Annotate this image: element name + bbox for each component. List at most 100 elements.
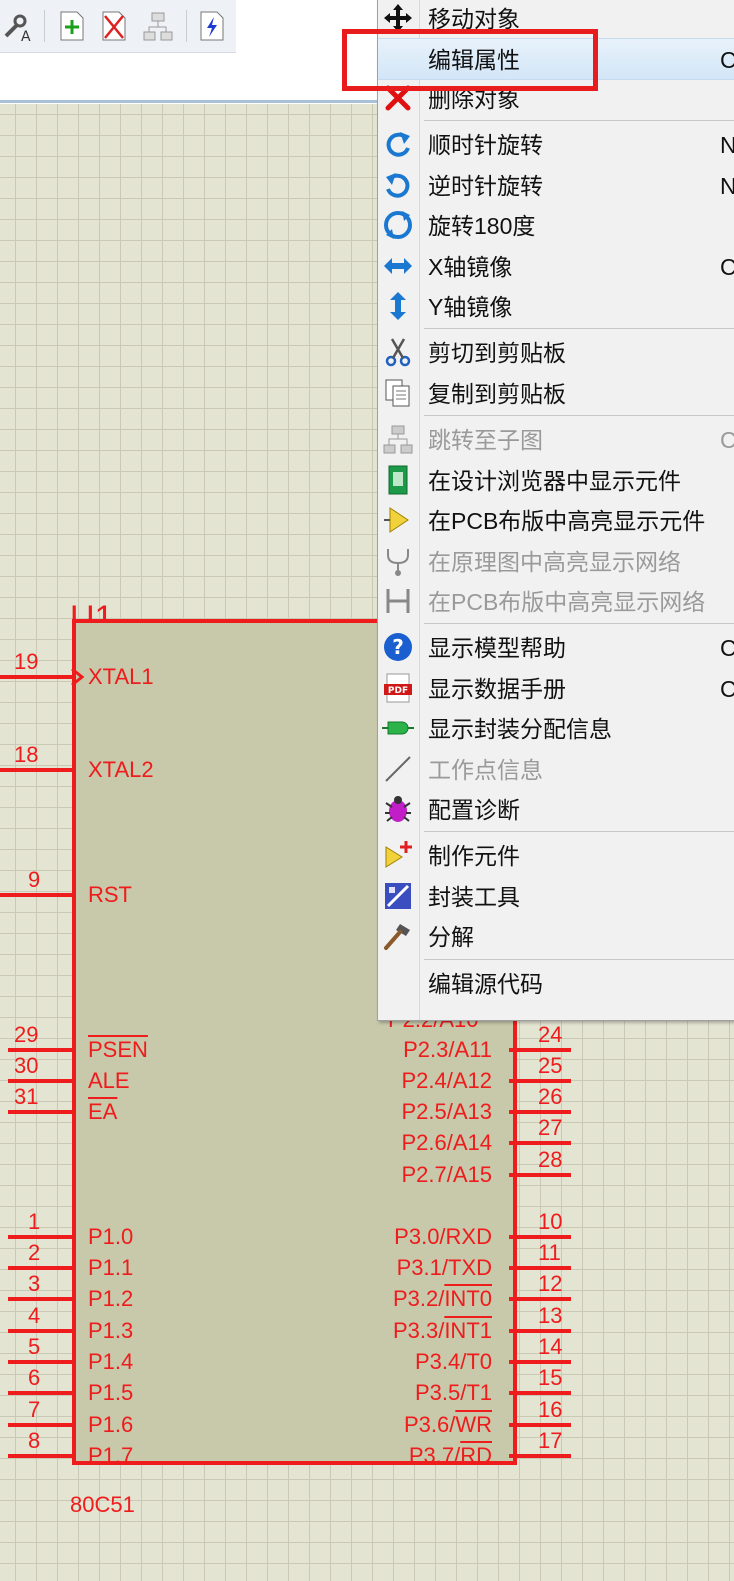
pin-line-10[interactable] — [509, 1235, 571, 1239]
menu-item-label: 复制到剪贴板 — [428, 381, 566, 407]
pin-number-16: 16 — [538, 1397, 563, 1422]
pin-line-18[interactable] — [0, 768, 72, 772]
menu-item-label: 分解 — [428, 924, 474, 950]
pin-number-6: 6 — [28, 1365, 41, 1390]
menu-item-5[interactable]: 旋转180度 — [378, 205, 734, 245]
menu-item-label: 旋转180度 — [428, 213, 536, 239]
pin-number-17: 17 — [538, 1428, 563, 1453]
pin-line-19[interactable] — [0, 675, 72, 679]
pin-number-28: 28 — [538, 1147, 563, 1172]
menu-item-label: 制作元件 — [428, 843, 520, 869]
menu-item-6[interactable]: X轴镜像 C — [378, 246, 734, 286]
pin-label-p1-4: P1.4 — [88, 1349, 134, 1374]
pin-line-29[interactable] — [8, 1048, 72, 1052]
design-explorer-icon — [388, 465, 408, 495]
pin-number-7: 7 — [28, 1397, 41, 1422]
pin-label-suffix: T1 — [466, 1380, 492, 1405]
pin-line-25[interactable] — [509, 1079, 571, 1083]
pin-number-10: 10 — [538, 1209, 563, 1234]
script-icon[interactable] — [195, 8, 229, 44]
pin-label-prefix: P3.7/ — [408, 1443, 461, 1468]
menu-item-label: Y轴镜像 — [428, 294, 513, 320]
pin-number-9: 9 — [28, 867, 41, 892]
svg-text:PDF: PDF — [388, 686, 408, 696]
menu-item-9[interactable]: 复制到剪贴板 — [378, 373, 734, 413]
rotate-180-icon — [384, 211, 412, 239]
pin-label-p3-3-int1: P3.3/INT1 — [393, 1319, 492, 1343]
pin-line-30[interactable] — [8, 1079, 72, 1083]
menu-item-19[interactable]: 配置诊断 — [378, 789, 734, 829]
pin-line-28[interactable] — [509, 1173, 571, 1177]
pin-line-14[interactable] — [509, 1360, 571, 1364]
hierarchy-icon[interactable] — [141, 8, 175, 44]
menu-item-4[interactable]: 逆时针旋转 N — [378, 165, 734, 205]
menu-item-11[interactable]: 在设计浏览器中显示元件 — [378, 460, 734, 500]
menu-item-20[interactable]: 制作元件 — [378, 835, 734, 875]
menu-item-21[interactable]: 封装工具 — [378, 876, 734, 916]
annotation-highlight-box — [342, 29, 598, 91]
pin-line-1[interactable] — [8, 1235, 72, 1239]
clock-input-marker-icon — [71, 667, 84, 687]
pin-line-9[interactable] — [0, 893, 72, 897]
pin-label-ea: EA — [88, 1099, 118, 1124]
new-sheet-icon[interactable] — [55, 8, 89, 44]
pin-label-prefix: P3.1/ — [396, 1255, 448, 1280]
menu-item-16[interactable]: PDF 显示数据手册 C — [378, 668, 734, 708]
pin-line-24[interactable] — [509, 1048, 571, 1052]
pin-line-6[interactable] — [8, 1391, 72, 1395]
menu-item-shortcut: C — [720, 676, 734, 702]
menu-item-8[interactable]: 剪切到剪贴板 — [378, 332, 734, 372]
pin-line-26[interactable] — [509, 1110, 571, 1114]
pin-line-31[interactable] — [8, 1110, 72, 1114]
pin-line-7[interactable] — [8, 1423, 72, 1427]
pin-label-psen: PSEN — [88, 1037, 148, 1062]
pin-label-p1-5: P1.5 — [88, 1380, 134, 1405]
menu-item-3[interactable]: 顺时针旋转 N — [378, 124, 734, 164]
menu-item-7[interactable]: Y轴镜像 — [378, 286, 734, 326]
menu-item-22[interactable]: 分解 — [378, 916, 734, 956]
pin-number-13: 13 — [538, 1303, 563, 1328]
pin-label-suffix: T0 — [466, 1349, 492, 1374]
pin-line-15[interactable] — [509, 1391, 571, 1395]
svg-text:A: A — [21, 29, 31, 44]
pin-number-29: 29 — [14, 1022, 39, 1047]
menu-item-12[interactable]: 在PCB布版中高亮显示元件 — [378, 500, 734, 540]
pin-line-12[interactable] — [509, 1297, 571, 1301]
pin-line-8[interactable] — [8, 1454, 72, 1458]
menu-item-label: 在设计浏览器中显示元件 — [428, 468, 681, 494]
pin-line-3[interactable] — [8, 1297, 72, 1301]
menu-separator — [424, 831, 734, 832]
pin-line-5[interactable] — [8, 1360, 72, 1364]
pin-label-prefix: P3.0/ — [394, 1224, 446, 1249]
pin-label-p3-4-t0: P3.4/T0 — [415, 1350, 492, 1374]
menu-item-label: X轴镜像 — [428, 254, 513, 280]
rotate-ccw-icon — [386, 173, 410, 198]
pin-label-p2-7-a15: P2.7/A15 — [401, 1162, 492, 1187]
wrench-text-icon[interactable]: A — [2, 8, 36, 45]
pcb-net-icon — [386, 589, 410, 613]
pin-number-8: 8 — [28, 1428, 41, 1453]
menu-item-shortcut: N — [720, 132, 734, 158]
pin-line-27[interactable] — [509, 1141, 571, 1145]
pin-line-4[interactable] — [8, 1329, 72, 1333]
pin-line-17[interactable] — [509, 1454, 571, 1458]
menu-item-label: 逆时针旋转 — [428, 173, 543, 199]
pin-line-16[interactable] — [509, 1423, 571, 1427]
pin-label-p3-6-wr: P3.6/WR — [404, 1413, 492, 1437]
pin-line-13[interactable] — [509, 1329, 571, 1333]
menu-item-23[interactable]: 编辑源代码 — [378, 963, 734, 1003]
delete-sheet-icon[interactable] — [97, 8, 131, 44]
pin-line-11[interactable] — [509, 1266, 571, 1270]
menu-item-18: 工作点信息 — [378, 749, 734, 789]
menu-item-label: 在原理图中高亮显示网络 — [428, 549, 681, 575]
pin-line-2[interactable] — [8, 1266, 72, 1270]
menu-separator — [424, 623, 734, 624]
menu-item-17[interactable]: 显示封装分配信息 — [378, 708, 734, 748]
pin-number-12: 12 — [538, 1271, 563, 1296]
menu-item-shortcut: N — [720, 173, 734, 199]
component-value: 80C51 — [70, 1492, 135, 1517]
pin-number-1: 1 — [28, 1209, 41, 1234]
svg-text:?: ? — [392, 635, 404, 659]
pin-label-ale: ALE — [88, 1068, 130, 1093]
menu-item-15[interactable]: ? 显示模型帮助 C — [378, 627, 734, 667]
